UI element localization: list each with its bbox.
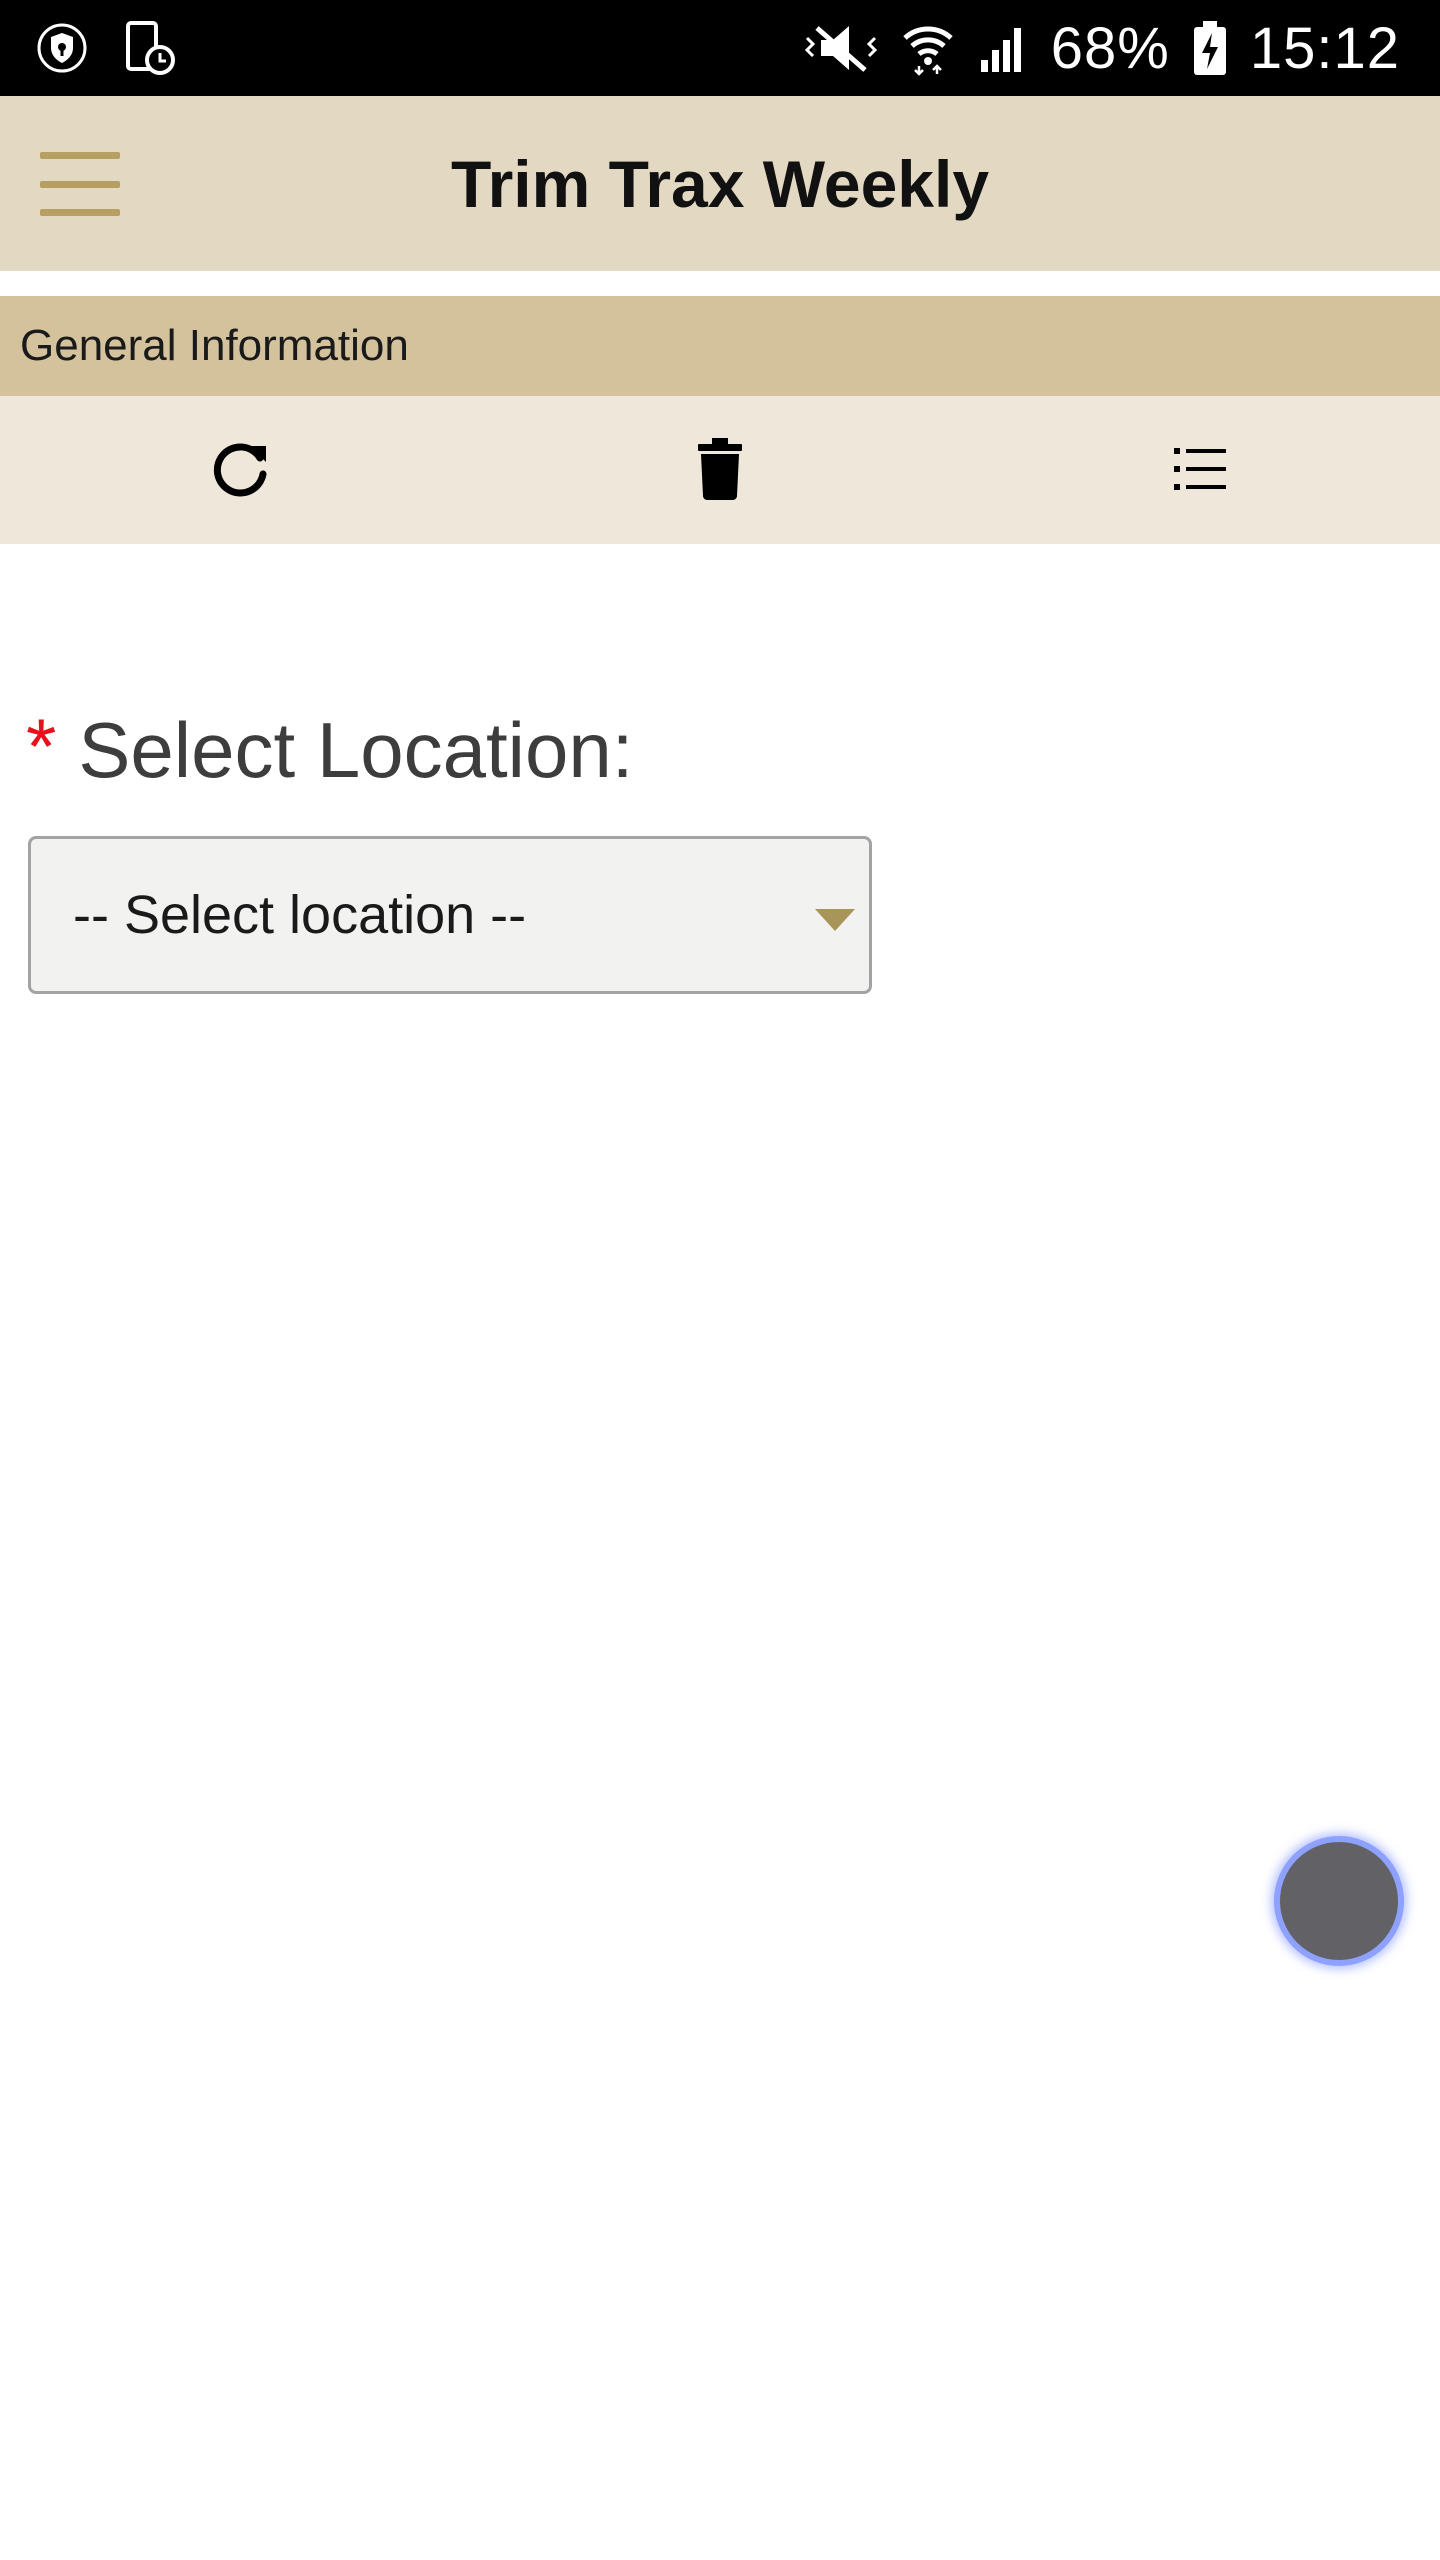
cell-signal-icon [977,22,1029,74]
location-select-value: -- Select location -- [73,885,527,945]
app-header: Trim Trax Weekly [0,96,1440,271]
shield-icon [36,22,88,74]
location-field-label: * Select Location: [26,700,633,800]
chevron-down-icon [815,909,855,931]
status-bar: 68% 15:12 [0,0,1440,96]
device-clock-icon [124,20,176,76]
section-header: General Information [0,296,1440,396]
wifi-icon [901,20,955,76]
battery-charging-icon [1192,19,1228,77]
refresh-icon [210,438,272,505]
list-button[interactable] [1145,416,1255,526]
refresh-button[interactable] [186,416,296,526]
vibrate-mute-icon [803,20,879,76]
menu-bar [40,152,120,159]
menu-bar [40,209,120,216]
required-marker: * [26,701,57,790]
status-right-icons: 68% 15:12 [803,0,1400,96]
location-select[interactable]: -- Select location -- [28,836,872,994]
clock: 15:12 [1249,15,1400,81]
toolbar [0,396,1440,544]
trash-icon [694,436,746,507]
menu-bar [40,180,120,188]
battery-percent: 68% [1050,15,1170,81]
delete-button[interactable] [665,416,775,526]
list-icon [1172,444,1228,499]
location-label-text: Select Location: [78,705,634,794]
floating-action-button[interactable] [1274,1836,1404,1966]
hamburger-menu-icon[interactable] [30,144,130,224]
page-title: Trim Trax Weekly [450,146,990,221]
status-left-icons [36,18,176,78]
